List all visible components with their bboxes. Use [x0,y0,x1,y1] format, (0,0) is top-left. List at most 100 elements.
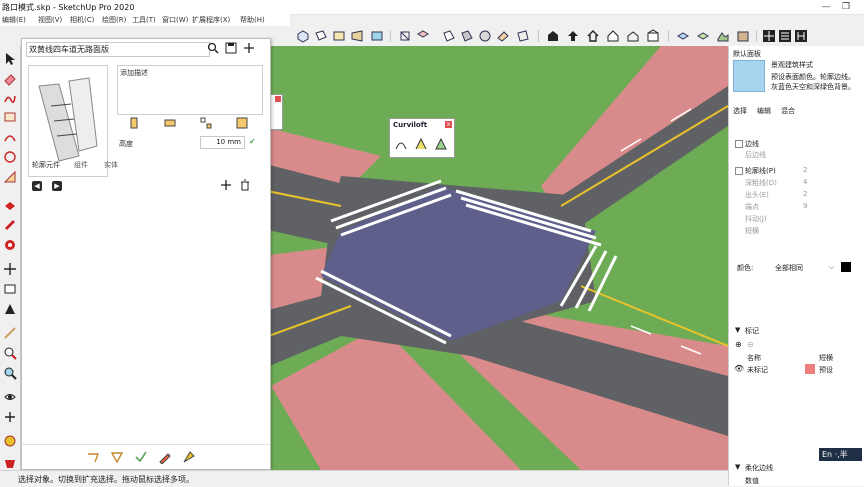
tab-components[interactable]: 组件 [74,160,88,170]
iso-view-icon[interactable] [296,29,310,43]
style-thumbnail[interactable] [733,60,765,92]
select-tool-icon[interactable] [3,52,17,66]
align-center-icon[interactable] [163,116,177,130]
collapse-icon[interactable]: ▼ [735,326,740,334]
eye-icon[interactable]: 👁 [734,364,744,373]
back-view-icon[interactable] [370,29,384,43]
loft-along-path-icon[interactable] [414,137,428,151]
align-corner-icon[interactable] [199,116,213,130]
menu-camera[interactable]: 相机(C) [70,15,94,25]
menu-help[interactable]: 帮助(H) [240,15,265,25]
eraser-tool-icon[interactable] [3,72,17,86]
monochrome-icon[interactable] [496,29,510,43]
menu-view[interactable]: 视图(V) [38,15,62,25]
color-swatch[interactable] [841,262,851,272]
ime-indicator[interactable]: En ·,半 [819,448,862,461]
align-left-icon[interactable] [127,116,141,130]
zoom-extents-icon[interactable] [3,366,17,380]
move-tool-icon[interactable] [3,262,17,276]
position-camera-icon[interactable] [3,410,17,424]
menu-window[interactable]: 窗口(W) [162,15,188,25]
close-icon[interactable] [275,96,281,102]
tab-mix[interactable]: 混合 [781,106,795,116]
add-tag-icon[interactable]: ⊕ [735,340,742,349]
model-info-icon[interactable] [794,29,808,43]
follow-me-tool-icon[interactable] [3,238,17,252]
photo-texture-icon[interactable] [736,29,750,43]
grid-toggle-icon[interactable] [762,29,776,43]
top-view-icon[interactable] [314,29,328,43]
textured-icon[interactable] [478,29,492,43]
circle-tool-icon[interactable] [3,150,17,164]
remove-tag-icon[interactable]: ⊖ [747,340,754,349]
menu-extensions[interactable]: 扩展程序(X) [192,15,230,25]
search-icon[interactable] [207,42,219,54]
road-tool-icon[interactable] [86,450,100,464]
environment-icon[interactable] [778,29,792,43]
dimension-tool-icon[interactable] [3,302,17,316]
add-icon[interactable] [220,179,232,191]
close-icon[interactable]: x [445,121,452,128]
tab-entities[interactable]: 实体 [104,160,118,170]
maximize-button[interactable]: ❐ [840,1,852,13]
align-right-icon[interactable] [235,116,249,130]
freehand-tool-icon[interactable] [3,92,17,106]
shaded-icon[interactable] [460,29,474,43]
check-tool-icon[interactable] [134,450,148,464]
menu-edit[interactable]: 编辑(E) [2,15,26,25]
chevron-down-icon[interactable]: ⌵ [829,263,834,272]
wireframe-icon[interactable] [416,29,430,43]
polygon-tool-icon[interactable] [3,170,17,184]
terrain-icon[interactable] [716,29,730,43]
menu-tools[interactable]: 工具(T) [132,15,156,25]
menu-draw[interactable]: 绘图(R) [102,15,126,25]
component-description[interactable]: 添加描述 [117,65,263,115]
walk-tool-icon[interactable] [3,390,17,404]
share-icon[interactable] [566,29,580,43]
confirm-icon[interactable]: ✔ [249,137,256,146]
skinning-contours-icon[interactable] [434,137,448,151]
arc-tool-icon[interactable] [3,130,17,144]
height-input[interactable]: 10 mm [200,136,245,149]
tag-row-name[interactable]: 未标记 [747,365,768,375]
front-view-icon[interactable] [332,29,346,43]
xray-icon[interactable] [398,29,412,43]
collapse-icon[interactable]: ▼ [735,463,740,471]
minimize-button[interactable]: — [820,1,832,13]
house-icon[interactable] [606,29,620,43]
section-tool-icon[interactable] [3,434,17,448]
marker-tool-icon[interactable] [182,450,196,464]
pencil-tool-icon[interactable] [158,450,172,465]
edges-checkbox[interactable] [735,140,743,148]
component-name-field[interactable]: 双黄线四车道无路面版 [26,42,210,57]
extension-tool-icon[interactable] [3,456,17,470]
offset-tool-icon[interactable] [3,218,17,232]
save-icon[interactable] [225,42,237,54]
tab-select[interactable]: 选择 [733,106,747,116]
push-pull-tool-icon[interactable] [3,198,17,212]
right-view-icon[interactable] [350,29,364,43]
rectangle-tool-icon[interactable] [3,110,17,124]
add-icon[interactable] [243,42,255,54]
color-dropdown[interactable]: 全部相同 [775,263,803,273]
next-icon[interactable]: ▶ [52,181,62,191]
orbit-tool-icon[interactable] [3,326,17,340]
tag-row-line[interactable]: 预设 [819,365,833,375]
delete-icon[interactable] [239,179,251,191]
text-tool-icon[interactable] [3,282,17,296]
layers-icon[interactable] [676,29,690,43]
previous-icon[interactable]: ◀ [32,181,42,191]
loft-by-spline-icon[interactable] [394,137,408,151]
junction-tool-icon[interactable] [110,450,124,464]
section-plane-icon[interactable] [516,29,530,43]
tab-edit[interactable]: 编辑 [757,106,771,116]
house-outline-icon[interactable] [626,29,640,43]
component-box-icon[interactable] [646,29,660,43]
profiles-checkbox[interactable] [735,167,743,175]
tag-color-swatch[interactable] [805,364,815,374]
zoom-window-icon[interactable] [3,346,17,360]
home-icon[interactable] [586,29,600,43]
tab-profile[interactable]: 轮廓元件 [32,160,60,170]
map-icon[interactable] [696,29,710,43]
warehouse-icon[interactable] [546,29,560,43]
